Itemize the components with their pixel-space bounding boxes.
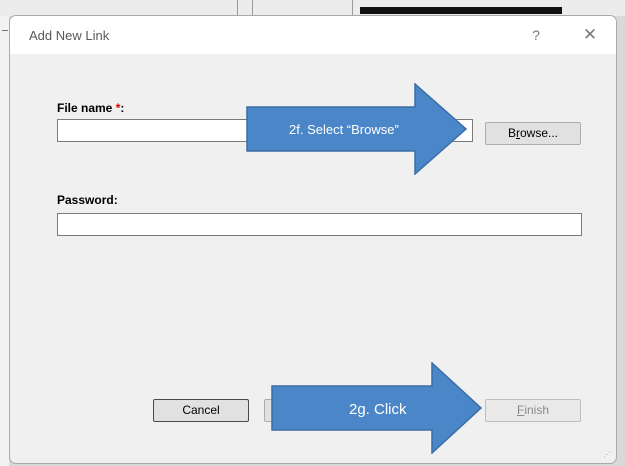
background-divider [237,0,238,16]
finish-button[interactable]: Finish [485,399,581,422]
finish-callout-text: 2g. Click [349,401,407,418]
dialog-title: Add New Link [29,28,110,43]
browse-callout-text: 2f. Select “Browse” [289,122,399,137]
background-divider [352,0,353,16]
help-icon[interactable]: ? [526,24,546,46]
close-icon[interactable]: ✕ [579,24,601,46]
background-left-panel [0,16,9,466]
label-colon: : [120,101,125,115]
password-input[interactable] [57,213,582,236]
resize-grip-icon[interactable]: ⋰ [603,450,613,460]
browse-label-suffix: owse... [520,126,559,140]
browse-label-prefix: B [507,126,516,140]
file-name-label: File name *: [57,101,124,115]
background-divider [252,0,253,16]
finish-label-suffix: inish [524,403,550,417]
cancel-button[interactable]: Cancel [153,399,249,422]
background-black-bar [360,7,562,14]
file-name-label-text: File name [57,101,113,115]
screen: Add New Link ? ✕ File name *: Browse... … [0,0,625,466]
dialog-titlebar: Add New Link ? ✕ [10,16,616,54]
background-dash [2,30,8,31]
password-label: Password: [57,193,118,207]
browse-button[interactable]: Browse... [485,122,581,145]
